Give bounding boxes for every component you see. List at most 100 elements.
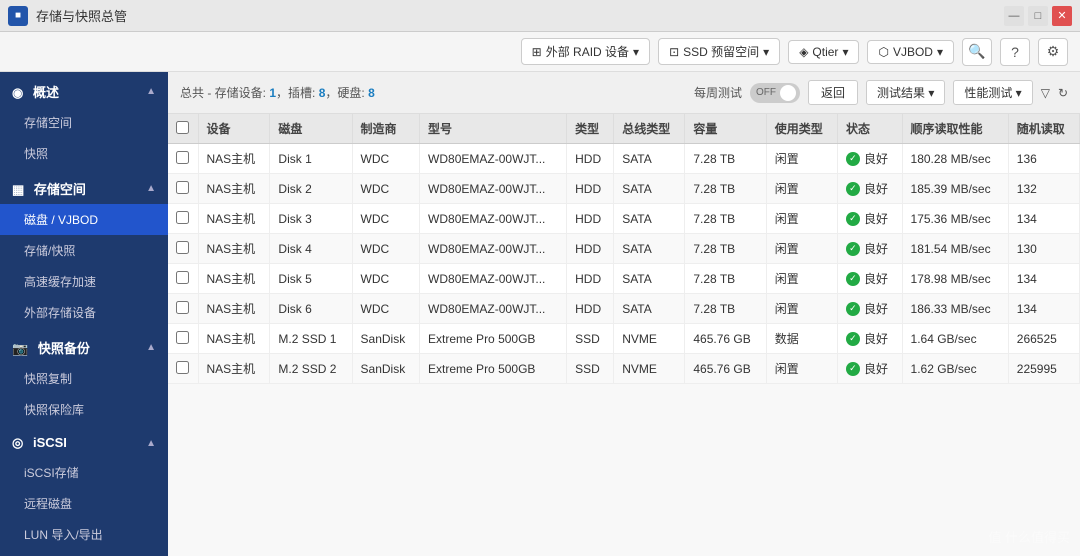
filter-icon[interactable]: ▽ — [1041, 86, 1050, 100]
row-checkbox-cell — [168, 144, 198, 174]
status-text: 良好 — [864, 270, 888, 287]
return-button[interactable]: 返回 — [808, 80, 858, 105]
sidebar-item-iscsi-storage[interactable]: iSCSI存储 — [0, 457, 168, 488]
sidebar-header-storage[interactable]: ▦ 存储空间 ▲ — [0, 169, 168, 204]
row-seq-read: 1.62 GB/sec — [902, 354, 1008, 384]
toggle-knob — [780, 85, 796, 101]
settings-button[interactable]: ⚙ — [1038, 38, 1068, 66]
sidebar-section-snapshot-backup: 📷 快照备份 ▲ 快照复制 快照保险库 — [0, 328, 168, 425]
row-seq-read: 178.98 MB/sec — [902, 264, 1008, 294]
sidebar-header-snapshot-backup[interactable]: 📷 快照备份 ▲ — [0, 328, 168, 363]
row-type: HDD — [567, 144, 614, 174]
chevron-up-icon3: ▲ — [146, 342, 156, 353]
snapshot-backup-icon: 📷 — [12, 341, 28, 356]
row-capacity: 465.76 GB — [685, 354, 766, 384]
main-area: ◉ 概述 ▲ 存储空间 快照 ▦ 存储空间 — [0, 72, 1080, 556]
row-disk: Disk 4 — [270, 234, 352, 264]
sidebar-item-snapshot-vault[interactable]: 快照保险库 — [0, 394, 168, 425]
row-status: ✓ 良好 — [837, 234, 902, 264]
sidebar-item-lun-import-export[interactable]: LUN 导入/导出 — [0, 519, 168, 550]
ssd-icon: ⊡ — [669, 45, 679, 59]
row-seq-read: 175.36 MB/sec — [902, 204, 1008, 234]
chevron-up-icon: ▲ — [146, 86, 156, 97]
col-type: 类型 — [567, 114, 614, 144]
status-text: 良好 — [864, 180, 888, 197]
row-checkbox[interactable] — [176, 181, 189, 194]
app-icon: ■ — [8, 6, 28, 26]
col-status: 状态 — [837, 114, 902, 144]
row-manufacturer: WDC — [352, 144, 420, 174]
refresh-icon[interactable]: ↻ — [1058, 86, 1068, 100]
row-model: WD80EMAZ-00WJT... — [420, 204, 567, 234]
help-button[interactable]: ? — [1000, 38, 1030, 66]
status-text: 良好 — [864, 360, 888, 377]
close-button[interactable]: ✕ — [1052, 6, 1072, 26]
chevron-up-icon4: ▲ — [146, 438, 156, 449]
disk-table-container: 设备 磁盘 制造商 型号 类型 总线类型 容量 使用类型 状态 顺序读取性能 随… — [168, 114, 1080, 556]
sidebar-section-label-overview: 概述 — [33, 85, 59, 100]
row-checkbox-cell — [168, 354, 198, 384]
table-row: NAS主机 Disk 6 WDC WD80EMAZ-00WJT... HDD S… — [168, 294, 1080, 324]
row-usage: 闲置 — [766, 234, 837, 264]
sidebar-item-remote-disk[interactable]: 远程磁盘 — [0, 488, 168, 519]
row-checkbox[interactable] — [176, 301, 189, 314]
sidebar-item-high-speed-cache[interactable]: 高速缓存加速 — [0, 266, 168, 297]
search-button[interactable]: 🔍 — [962, 38, 992, 66]
row-device: NAS主机 — [198, 204, 270, 234]
table-row: NAS主机 M.2 SSD 1 SanDisk Extreme Pro 500G… — [168, 324, 1080, 354]
row-checkbox[interactable] — [176, 271, 189, 284]
col-manufacturer: 制造商 — [352, 114, 420, 144]
row-checkbox[interactable] — [176, 151, 189, 164]
row-rand-read: 132 — [1008, 174, 1079, 204]
col-rand-read: 随机读取 — [1008, 114, 1079, 144]
sidebar-item-external-storage[interactable]: 外部存储设备 — [0, 297, 168, 328]
row-status: ✓ 良好 — [837, 294, 902, 324]
qtier-button[interactable]: ◈ Qtier ▾ — [788, 40, 859, 64]
sidebar-header-iscsi[interactable]: ◎ iSCSI ▲ — [0, 425, 168, 457]
sidebar-header-overview[interactable]: ◉ 概述 ▲ — [0, 72, 168, 107]
sidebar-item-disk-vjbod[interactable]: 磁盘 / VJBOD — [0, 204, 168, 235]
table-row: NAS主机 Disk 2 WDC WD80EMAZ-00WJT... HDD S… — [168, 174, 1080, 204]
minimize-button[interactable]: — — [1004, 6, 1024, 26]
row-rand-read: 134 — [1008, 264, 1079, 294]
status-good-icon: ✓ — [846, 212, 860, 226]
sidebar-item-snapshot-overview[interactable]: 快照 — [0, 138, 168, 169]
row-checkbox[interactable] — [176, 331, 189, 344]
external-raid-button[interactable]: ⊞ 外部 RAID 设备 ▾ — [521, 38, 650, 65]
table-row: NAS主机 Disk 1 WDC WD80EMAZ-00WJT... HDD S… — [168, 144, 1080, 174]
row-disk: Disk 3 — [270, 204, 352, 234]
watermark: 值 什么值得买 — [988, 527, 1070, 546]
table-row: NAS主机 Disk 5 WDC WD80EMAZ-00WJT... HDD S… — [168, 264, 1080, 294]
row-rand-read: 134 — [1008, 294, 1079, 324]
row-type: HDD — [567, 294, 614, 324]
content-area: 总共 - 存储设备: 1，插槽: 8，硬盘: 8 每周测试 OFF 返回 测试结… — [168, 72, 1080, 556]
row-checkbox[interactable] — [176, 361, 189, 374]
title-bar: ■ 存储与快照总管 — □ ✕ — [0, 0, 1080, 32]
main-window: ■ 存储与快照总管 — □ ✕ ⊞ 外部 RAID 设备 ▾ ⊡ SSD 预留空… — [0, 0, 1080, 556]
test-result-button[interactable]: 测试结果 ▾ — [866, 80, 945, 105]
content-summary: 总共 - 存储设备: 1，插槽: 8，硬盘: 8 — [180, 84, 375, 101]
sidebar-item-storage-space[interactable]: 存储空间 — [0, 107, 168, 138]
row-capacity: 7.28 TB — [685, 294, 766, 324]
performance-test-button[interactable]: 性能测试 ▾ — [953, 80, 1032, 105]
ssd-reserve-button[interactable]: ⊡ SSD 预留空间 ▾ — [658, 38, 780, 65]
col-checkbox — [168, 114, 198, 144]
row-seq-read: 181.54 MB/sec — [902, 234, 1008, 264]
sidebar-item-snapshot-copy[interactable]: 快照复制 — [0, 363, 168, 394]
row-seq-read: 185.39 MB/sec — [902, 174, 1008, 204]
status-good-icon: ✓ — [846, 302, 860, 316]
row-type: HDD — [567, 234, 614, 264]
row-checkbox[interactable] — [176, 211, 189, 224]
row-checkbox[interactable] — [176, 241, 189, 254]
iscsi-icon: ◎ — [12, 435, 23, 450]
row-seq-read: 1.64 GB/sec — [902, 324, 1008, 354]
select-all-checkbox[interactable] — [176, 121, 189, 134]
sidebar-item-storage-snapshot[interactable]: 存储/快照 — [0, 235, 168, 266]
row-rand-read: 130 — [1008, 234, 1079, 264]
vjbod-button[interactable]: ⬡ VJBOD ▾ — [867, 40, 954, 64]
row-disk: Disk 2 — [270, 174, 352, 204]
row-checkbox-cell — [168, 264, 198, 294]
weekly-test-toggle[interactable]: OFF — [750, 83, 800, 103]
maximize-button[interactable]: □ — [1028, 6, 1048, 26]
row-usage: 闲置 — [766, 144, 837, 174]
